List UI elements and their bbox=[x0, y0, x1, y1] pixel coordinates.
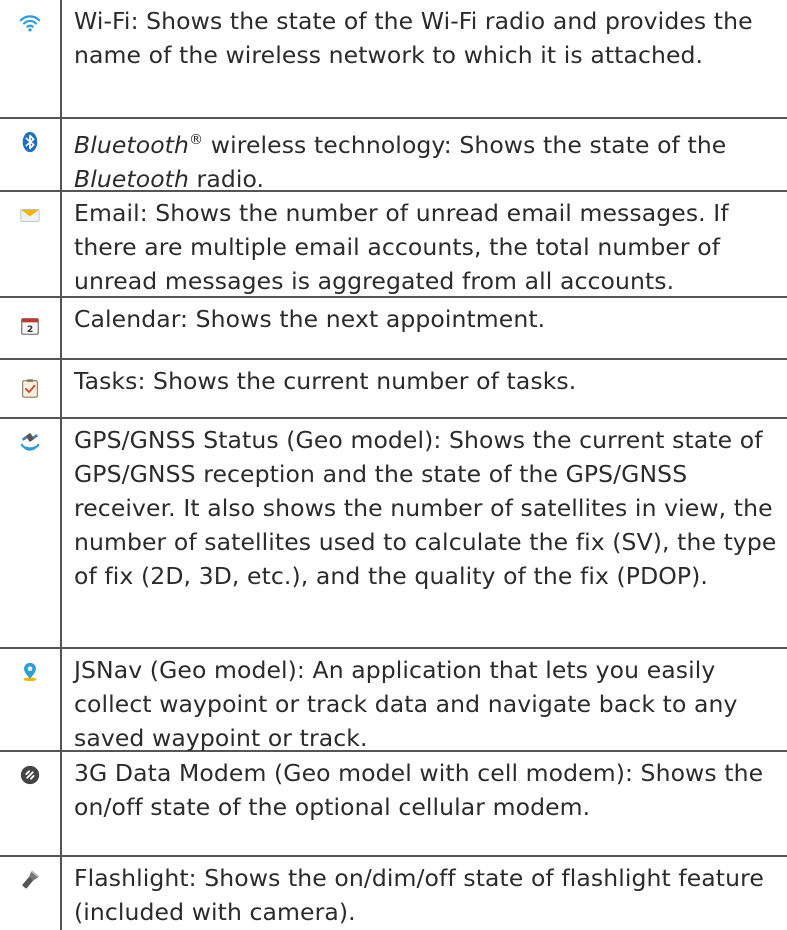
table-row: JSNav (Geo model): An application that l… bbox=[0, 649, 787, 752]
table-row: GPS/GNSS Status (Geo model): Shows the c… bbox=[0, 419, 787, 649]
status-icon-table: Wi-Fi: Shows the state of the Wi-Fi radi… bbox=[0, 0, 787, 930]
description-text: Wi-Fi: Shows the state of the Wi-Fi radi… bbox=[74, 7, 753, 69]
table-row: Email: Shows the number of unread email … bbox=[0, 192, 787, 298]
description-text: 3G Data Modem (Geo model with cell modem… bbox=[74, 759, 764, 821]
calendar-icon: 2 bbox=[21, 318, 39, 335]
description-text: Tasks: Shows the current number of tasks… bbox=[74, 367, 577, 395]
flashlight-icon bbox=[22, 870, 40, 889]
row-description: Tasks: Shows the current number of tasks… bbox=[62, 360, 787, 417]
description-text: JSNav (Geo model): An application that l… bbox=[74, 656, 738, 752]
description-text: Calendar: Shows the next appointment. bbox=[74, 305, 546, 333]
row-description: Flashlight: Shows the on/dim/off state o… bbox=[62, 857, 787, 930]
description-text: ® bbox=[188, 132, 204, 148]
row-description: Bluetooth® wireless technology: Shows th… bbox=[62, 119, 787, 193]
description-text: Flashlight: Shows the on/dim/off state o… bbox=[74, 864, 764, 926]
icon-cell bbox=[0, 857, 62, 930]
table-row: Tasks: Shows the current number of tasks… bbox=[0, 360, 787, 419]
icon-cell bbox=[0, 192, 62, 296]
bluetooth-icon bbox=[22, 131, 38, 153]
row-description: GPS/GNSS Status (Geo model): Shows the c… bbox=[62, 419, 787, 647]
row-description: 3G Data Modem (Geo model with cell modem… bbox=[62, 752, 787, 855]
icon-cell bbox=[0, 649, 62, 750]
icon-cell: 2 bbox=[0, 298, 62, 358]
row-description: Calendar: Shows the next appointment. bbox=[62, 298, 787, 358]
email-icon bbox=[20, 209, 40, 222]
icon-cell bbox=[0, 419, 62, 647]
description-text: Bluetooth bbox=[74, 164, 189, 193]
icon-cell bbox=[0, 752, 62, 855]
description-text: radio. bbox=[188, 164, 265, 193]
wifi-icon bbox=[19, 15, 41, 32]
table-row: Flashlight: Shows the on/dim/off state o… bbox=[0, 857, 787, 930]
description-text: GPS/GNSS Status (Geo model): Shows the c… bbox=[74, 426, 777, 590]
table-row: 3G Data Modem (Geo model with cell modem… bbox=[0, 752, 787, 857]
table-row: Bluetooth® wireless technology: Shows th… bbox=[0, 119, 787, 193]
icon-cell bbox=[0, 119, 62, 190]
jsnav-pin-icon bbox=[23, 662, 37, 682]
tasks-icon bbox=[22, 379, 38, 398]
table-row: 2 Calendar: Shows the next appointment. bbox=[0, 298, 787, 360]
icon-cell bbox=[0, 0, 62, 117]
row-description: Email: Shows the number of unread email … bbox=[62, 192, 787, 296]
svg-text:2: 2 bbox=[27, 324, 33, 335]
row-description: JSNav (Geo model): An application that l… bbox=[62, 649, 787, 752]
icon-cell bbox=[0, 360, 62, 417]
gps-satellite-icon bbox=[20, 432, 40, 451]
row-description: Wi-Fi: Shows the state of the Wi-Fi radi… bbox=[62, 0, 787, 117]
table-row: Wi-Fi: Shows the state of the Wi-Fi radi… bbox=[0, 0, 787, 119]
description-text: Bluetooth bbox=[74, 130, 189, 159]
modem-icon bbox=[20, 765, 40, 785]
description-text: Email: Shows the number of unread email … bbox=[74, 199, 729, 295]
description-text: wireless technology: Shows the state of … bbox=[203, 130, 727, 159]
